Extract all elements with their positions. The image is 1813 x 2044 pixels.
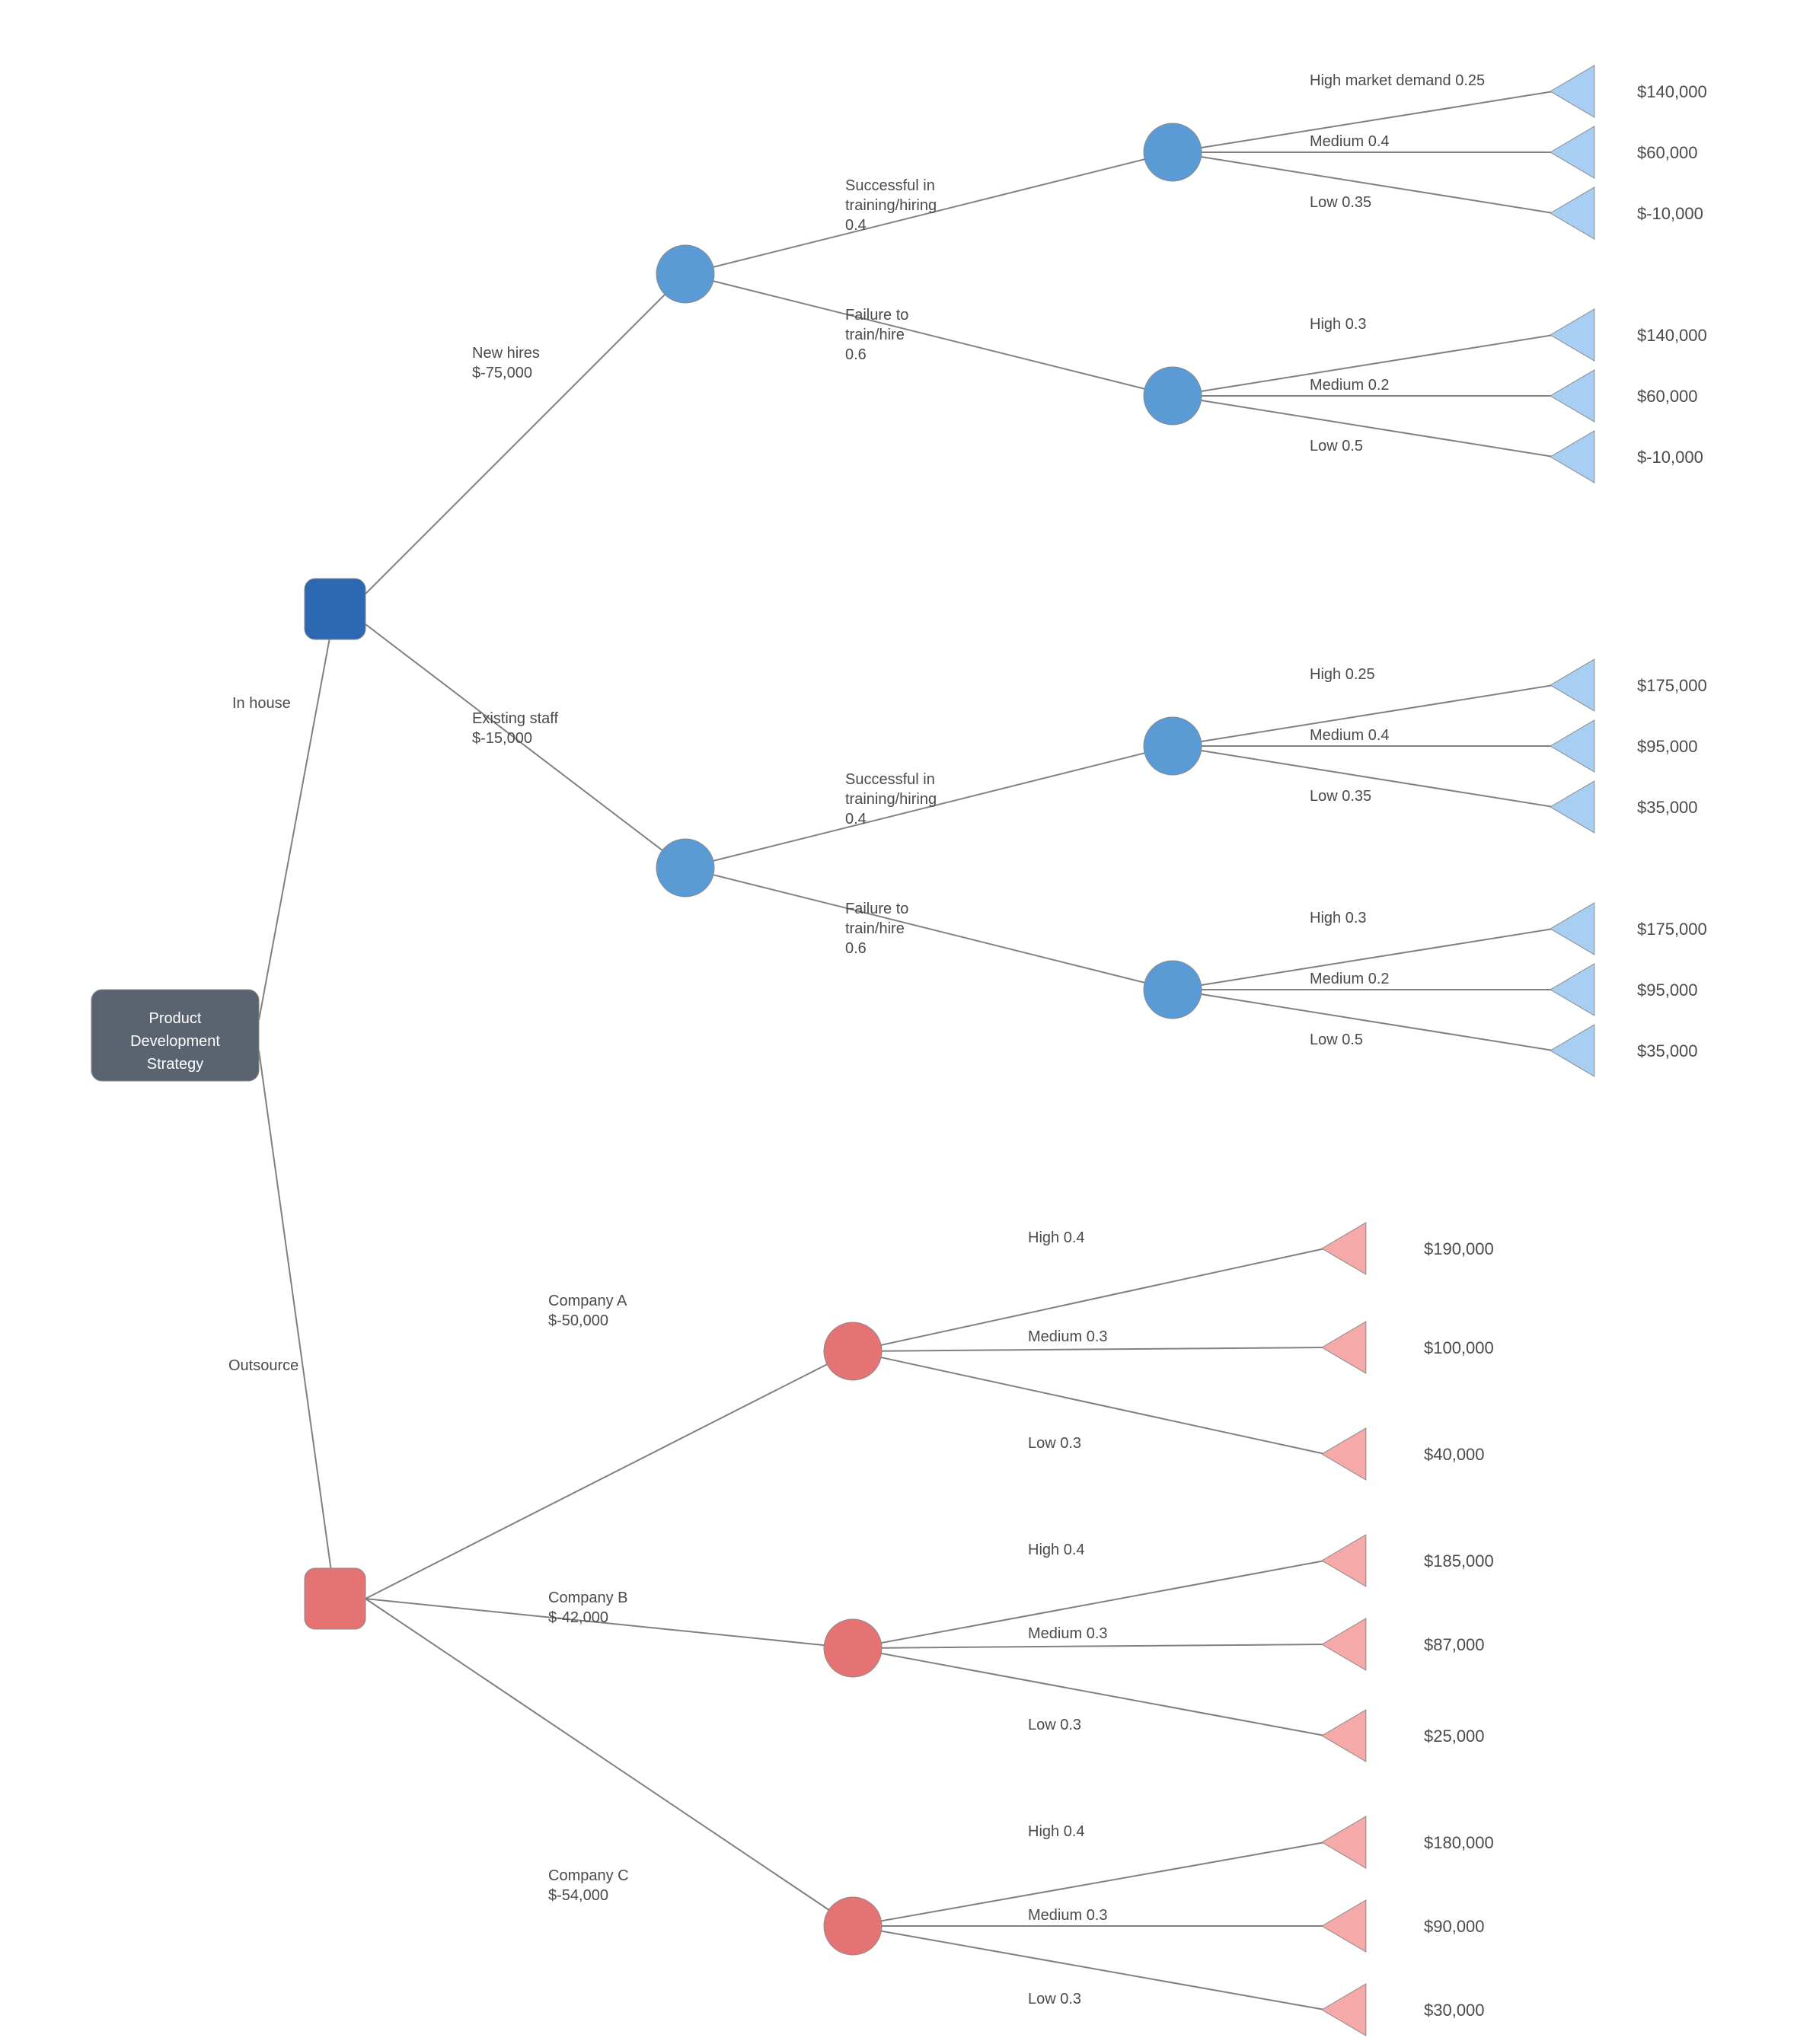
terminal-blue <box>1550 431 1594 483</box>
outsource-decision <box>305 1568 365 1629</box>
terminal-value: $140,000 <box>1637 326 1707 345</box>
market-label: High 0.25 <box>1310 666 1375 683</box>
terminal-blue <box>1550 309 1594 361</box>
chance-market-0 <box>1144 123 1202 181</box>
market-label: Low 0.5 <box>1310 438 1363 454</box>
terminal-red <box>1322 1984 1366 2036</box>
chance-market-2 <box>1144 717 1202 775</box>
branch-inhouse: In house <box>232 695 291 712</box>
terminal-value: $185,000 <box>1424 1551 1494 1570</box>
terminal-blue <box>1550 720 1594 772</box>
label: Company A$-50,000 <box>548 1293 627 1329</box>
terminal-red <box>1322 1223 1366 1274</box>
terminal-blue <box>1550 65 1594 117</box>
terminal-value: $180,000 <box>1424 1833 1494 1852</box>
market-label: High 0.3 <box>1310 316 1367 333</box>
chance-Company-C <box>824 1897 882 1955</box>
branch-outsource: Outsource <box>228 1357 298 1374</box>
chance-Company-A <box>824 1322 882 1380</box>
terminal-value: $-10,000 <box>1637 448 1703 467</box>
terminal-blue <box>1550 659 1594 711</box>
terminal-blue <box>1550 1025 1594 1076</box>
terminal-value: $-10,000 <box>1637 204 1703 223</box>
terminal-red <box>1322 1428 1366 1480</box>
market-label: Medium 0.2 <box>1310 377 1390 394</box>
terminal-value: $60,000 <box>1637 143 1698 162</box>
terminal-red <box>1322 1900 1366 1952</box>
terminal-value: $95,000 <box>1637 737 1698 756</box>
market-label: High 0.4 <box>1028 1542 1085 1558</box>
inhouse-decision <box>305 579 365 639</box>
market-label: Low 0.5 <box>1310 1032 1363 1048</box>
chance-newhires <box>656 245 714 303</box>
market-label: Medium 0.3 <box>1028 1328 1108 1345</box>
terminal-value: $25,000 <box>1424 1727 1485 1746</box>
terminal-blue <box>1550 126 1594 178</box>
market-label: High 0.3 <box>1310 910 1367 926</box>
market-label: Medium 0.3 <box>1028 1907 1108 1924</box>
chance-Company-B <box>824 1619 882 1677</box>
terminal-blue <box>1550 964 1594 1016</box>
terminal-blue <box>1550 903 1594 955</box>
market-label: Low 0.3 <box>1028 1435 1081 1452</box>
market-label: Medium 0.3 <box>1028 1625 1108 1642</box>
label: Successful intraining/hiring0.4 <box>845 177 937 234</box>
decision-tree-diagram: ProductDevelopmentStrategyIn houseOutsou… <box>0 0 1813 2044</box>
terminal-blue <box>1550 781 1594 833</box>
terminal-value: $175,000 <box>1637 676 1707 695</box>
terminal-value: $60,000 <box>1637 387 1698 406</box>
market-label: High market demand 0.25 <box>1310 72 1485 89</box>
chance-market-3 <box>1144 961 1202 1019</box>
terminal-value: $140,000 <box>1637 82 1707 101</box>
market-label: Low 0.35 <box>1310 788 1371 805</box>
market-label: Low 0.3 <box>1028 1717 1081 1733</box>
terminal-blue <box>1550 187 1594 239</box>
terminal-value: $87,000 <box>1424 1635 1485 1654</box>
market-label: Medium 0.4 <box>1310 133 1390 150</box>
label: Company B$-42,000 <box>548 1590 628 1626</box>
label: Successful intraining/hiring0.4 <box>845 771 937 827</box>
terminal-red <box>1322 1816 1366 1868</box>
terminal-value: $40,000 <box>1424 1445 1485 1464</box>
market-label: High 0.4 <box>1028 1229 1085 1246</box>
terminal-value: $190,000 <box>1424 1239 1494 1258</box>
terminal-value: $30,000 <box>1424 2001 1485 2020</box>
terminal-value: $175,000 <box>1637 920 1707 939</box>
market-label: Medium 0.2 <box>1310 971 1390 987</box>
label: Failure totrain/hire0.6 <box>845 307 908 363</box>
label: Company C$-54,000 <box>548 1867 629 1904</box>
market-label: Medium 0.4 <box>1310 727 1390 744</box>
terminal-red <box>1322 1710 1366 1762</box>
label: Existing staff$-15,000 <box>472 710 558 747</box>
market-label: Low 0.35 <box>1310 194 1371 211</box>
chance-market-1 <box>1144 367 1202 425</box>
terminal-blue <box>1550 370 1594 422</box>
terminal-value: $90,000 <box>1424 1917 1485 1936</box>
terminal-value: $35,000 <box>1637 1041 1698 1060</box>
terminal-red <box>1322 1322 1366 1373</box>
terminal-red <box>1322 1618 1366 1670</box>
label: New hires$-75,000 <box>472 345 540 381</box>
terminal-value: $35,000 <box>1637 798 1698 817</box>
terminal-red <box>1322 1535 1366 1586</box>
market-label: High 0.4 <box>1028 1823 1085 1840</box>
terminal-value: $95,000 <box>1637 981 1698 1000</box>
chance-existing <box>656 839 714 897</box>
terminal-value: $100,000 <box>1424 1338 1494 1357</box>
market-label: Low 0.3 <box>1028 1991 1081 2007</box>
label: Failure totrain/hire0.6 <box>845 901 908 957</box>
